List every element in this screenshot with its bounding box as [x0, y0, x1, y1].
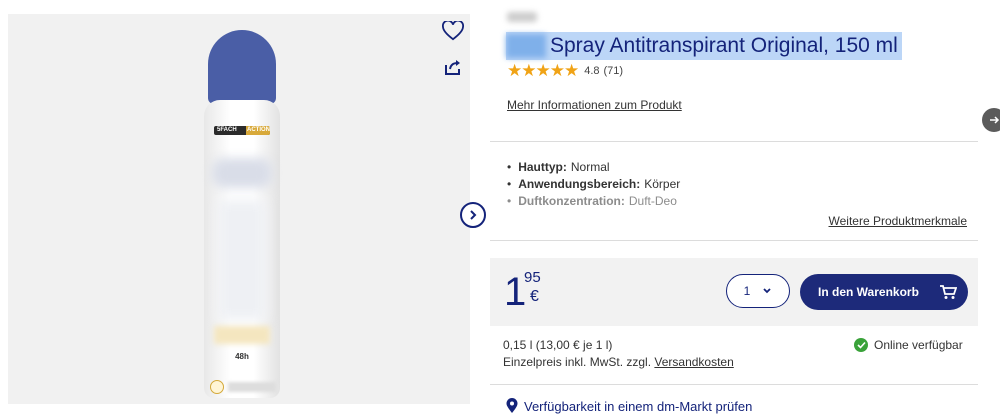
product-image-panel: 5FACH ACTION 48h — [8, 14, 470, 404]
price-integer: 1 — [504, 270, 527, 314]
bottle-small-text — [228, 382, 276, 392]
feature-item: Anwendungsbereich:Körper — [507, 175, 680, 192]
feature-key: Hauttyp: — [518, 159, 567, 174]
next-image-button[interactable] — [460, 202, 486, 228]
product-title: Spray Antitranspirant Original, 150 ml — [506, 32, 902, 60]
bottle-badge — [210, 380, 224, 394]
wishlist-button[interactable] — [440, 18, 466, 44]
blurred-strip — [214, 326, 270, 344]
unit-price: 0,15 l (13,00 € je 1 l) — [503, 338, 613, 352]
arrow-right-icon — [990, 116, 1000, 124]
store-availability-link[interactable]: Verfügbarkeit in einem dm-Markt prüfen — [506, 398, 752, 414]
check-icon — [854, 338, 868, 352]
feature-key: Anwendungsbereich: — [518, 176, 641, 191]
quantity-select[interactable]: 1 — [726, 274, 790, 308]
more-info-link[interactable]: Mehr Informationen zum Produkt — [507, 98, 682, 112]
band-text-left: 5FACH — [217, 127, 237, 133]
chevron-down-icon — [763, 288, 771, 294]
divider — [490, 240, 978, 241]
bottle-body: 5FACH ACTION 48h — [204, 100, 280, 398]
cart-icon — [939, 285, 957, 299]
feature-value: Duft-Deo — [628, 193, 677, 208]
price-decimal: 95 — [524, 269, 541, 286]
vat-text: Einzelpreis inkl. MwSt. zzgl. — [503, 355, 652, 369]
heart-icon — [442, 21, 464, 41]
availability-text: Online verfügbar — [874, 338, 963, 352]
feature-item: Hauttyp:Normal — [507, 158, 680, 175]
price-currency: € — [530, 288, 539, 305]
divider — [490, 384, 978, 385]
location-pin-icon — [506, 398, 518, 413]
title-brand-blurred — [506, 34, 546, 58]
band-text-right: ACTION — [247, 127, 270, 133]
store-availability-text: Verfügbarkeit in einem dm-Markt prüfen — [524, 398, 753, 414]
feature-list: Hauttyp:Normal Anwendungsbereich:Körper … — [507, 158, 680, 209]
buy-box: 1 95 € 1 In den Warenkorb — [490, 258, 978, 326]
blurred-label — [218, 200, 266, 320]
divider — [490, 141, 978, 142]
more-features-link[interactable]: Weitere Produktmerkmale — [829, 214, 968, 228]
bottle-band: 5FACH ACTION — [214, 126, 270, 135]
add-to-cart-button[interactable]: In den Warenkorb — [800, 274, 968, 310]
add-to-cart-label: In den Warenkorb — [818, 285, 919, 299]
chevron-right-icon — [470, 210, 477, 220]
brand-name-blurred — [507, 12, 537, 22]
feature-item: Duftkonzentration:Duft-Deo — [507, 192, 680, 209]
feature-key: Duftkonzentration: — [518, 193, 625, 208]
bottle-cap — [208, 30, 276, 104]
rating-stars: ★★★★★ — [507, 61, 579, 80]
rating-value: 4.8 — [584, 65, 600, 77]
product-image: 5FACH ACTION 48h — [204, 30, 280, 398]
quantity-value: 1 — [743, 284, 751, 298]
scroll-right-button[interactable] — [982, 108, 1000, 132]
availability-status: Online verfügbar — [854, 338, 963, 352]
feature-value: Körper — [644, 176, 681, 191]
share-icon — [445, 60, 460, 75]
blurred-logo — [212, 158, 272, 188]
feature-value: Normal — [570, 159, 610, 174]
product-rating[interactable]: ★★★★★ 4.8 (71) — [507, 61, 623, 81]
rating-count: (71) — [603, 65, 624, 77]
bottle-hours: 48h — [235, 352, 249, 361]
vat-note: Einzelpreis inkl. MwSt. zzgl. Versandkos… — [503, 355, 734, 369]
shipping-costs-link[interactable]: Versandkosten — [654, 355, 733, 369]
product-title-text: Spray Antitranspirant Original, 150 ml — [550, 34, 898, 57]
share-button[interactable] — [440, 54, 466, 80]
